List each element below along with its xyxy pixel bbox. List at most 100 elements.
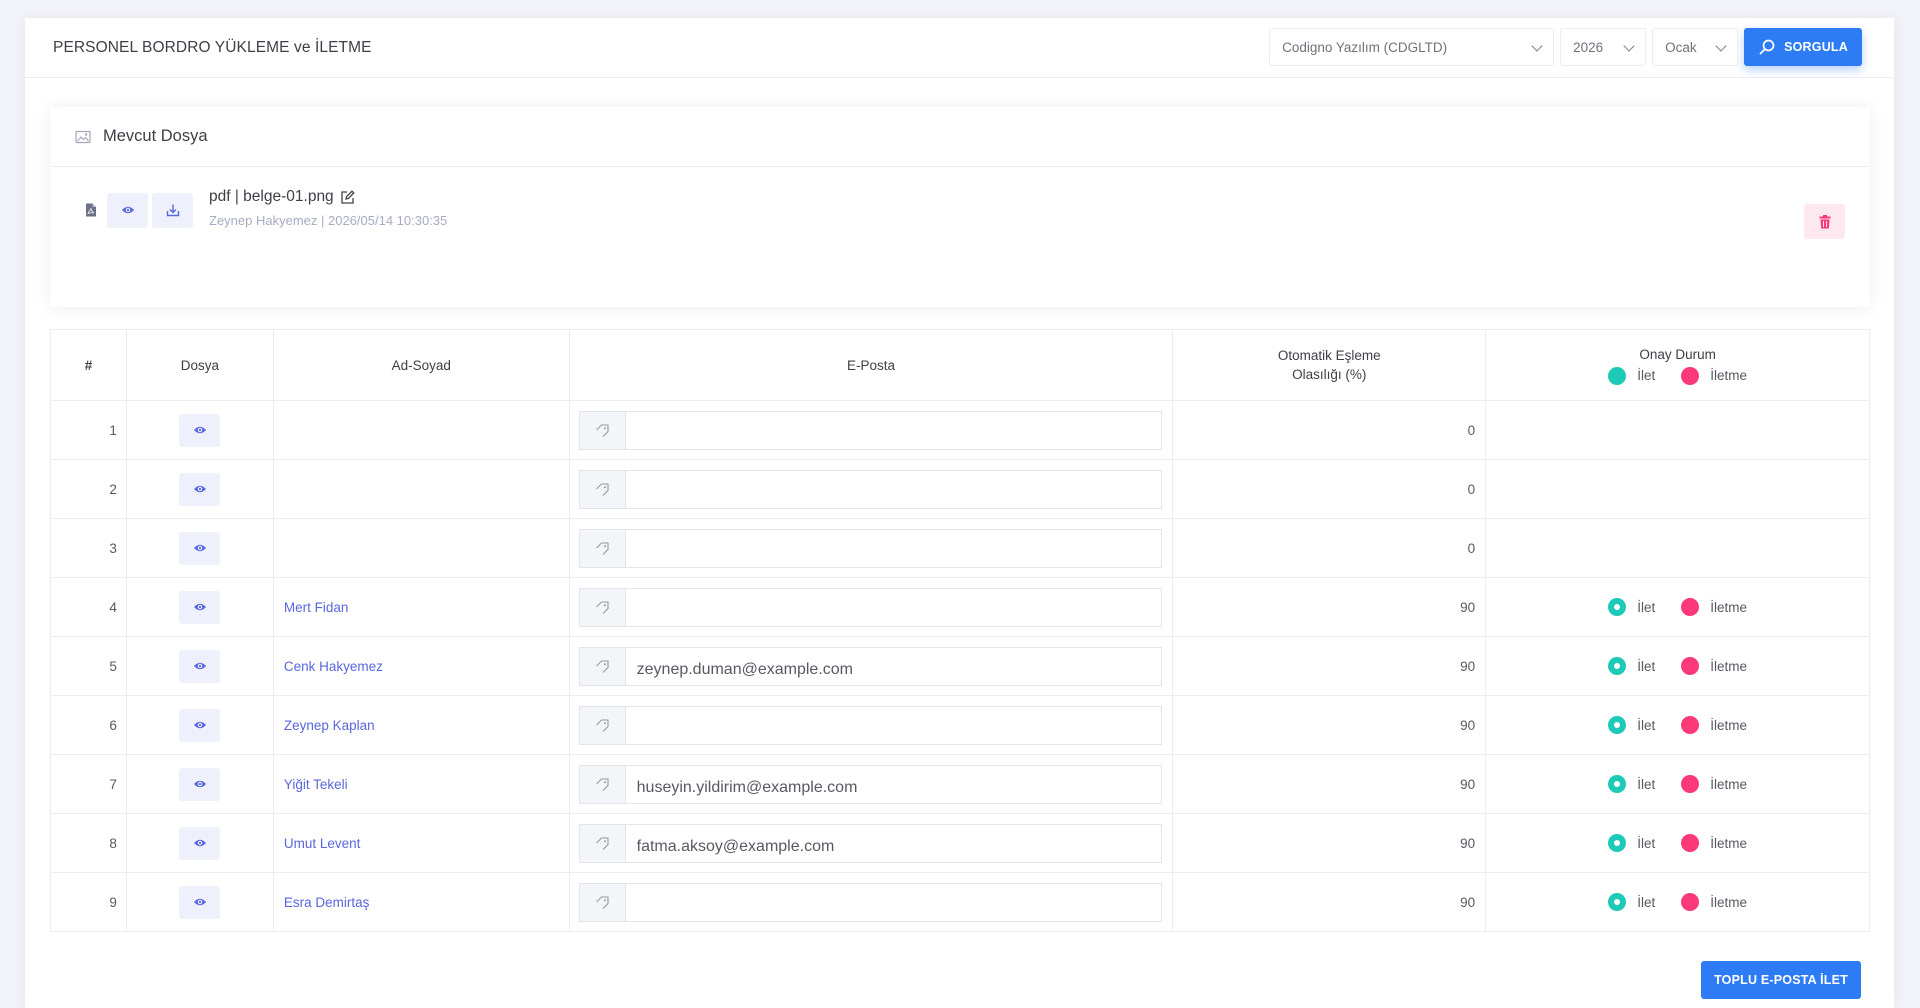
employee-name-link[interactable] [274, 423, 284, 438]
download-file-button[interactable] [152, 192, 193, 228]
month-select-value: Ocak [1665, 39, 1697, 55]
col-email: E-Posta [568, 329, 1174, 401]
table-row: 6 Zeynep Kaplan 90 İlet İletme [50, 695, 1870, 755]
send-radio[interactable] [1608, 893, 1627, 911]
row-name-cell: Yiğit Tekeli [272, 754, 570, 814]
file-info: pdf | belge-01.png Zeynep Hakyemez | 202… [209, 188, 447, 228]
nosend-radio[interactable] [1681, 775, 1700, 793]
row-index: 9 [50, 872, 127, 932]
email-input[interactable] [626, 530, 1162, 567]
eye-icon [193, 839, 206, 847]
send-radio[interactable] [1608, 834, 1627, 852]
table-row: 8 Umut Levent fatma.aksoy@example.com 90… [50, 813, 1870, 873]
tag-icon-addon [579, 529, 626, 567]
nosend-radio[interactable] [1681, 598, 1700, 616]
table-row: 2 0 [50, 459, 1870, 519]
row-name-cell: Zeynep Kaplan [272, 695, 570, 755]
employee-name-link[interactable]: Umut Levent [274, 836, 361, 851]
email-input-group: huseyin.yildirim@example.com [578, 764, 1163, 804]
row-status-cell: İlet İletme [1485, 577, 1870, 637]
employee-name-link[interactable] [274, 482, 284, 497]
nosend-radio[interactable] [1681, 716, 1700, 734]
row-status-cell: İlet İletme [1485, 813, 1870, 873]
row-status-radios: İlet İletme [1486, 598, 1869, 616]
send-radio[interactable] [1608, 716, 1627, 734]
email-input[interactable] [626, 707, 1162, 744]
email-input[interactable]: huseyin.yildirim@example.com [626, 766, 1162, 803]
row-status-cell: İlet İletme [1485, 754, 1870, 814]
view-row-file-button[interactable] [179, 826, 221, 860]
view-row-file-button[interactable] [179, 885, 221, 919]
email-input[interactable]: zeynep.duman@example.com [626, 648, 1162, 685]
tag-icon [595, 777, 609, 791]
year-select[interactable]: 2026 [1560, 28, 1647, 66]
nosend-radio-label: İletme [1710, 658, 1747, 674]
nosend-radio[interactable] [1681, 893, 1700, 911]
nosend-radio[interactable] [1681, 657, 1700, 675]
company-select[interactable]: Codigno Yazılım (CDGLTD) [1269, 28, 1555, 66]
trash-icon [1819, 214, 1830, 228]
view-row-file-button[interactable] [179, 472, 221, 506]
row-email-cell [568, 518, 1174, 578]
view-row-file-button[interactable] [179, 413, 221, 447]
month-select[interactable]: Ocak [1652, 28, 1739, 66]
chevron-down-icon [1623, 40, 1635, 52]
nosend-radio[interactable] [1681, 834, 1700, 852]
send-radio[interactable] [1608, 598, 1627, 616]
email-input[interactable]: fatma.aksoy@example.com [626, 825, 1162, 862]
send-radio[interactable] [1608, 775, 1627, 793]
view-row-file-button[interactable] [179, 649, 221, 683]
view-row-file-button[interactable] [179, 767, 221, 801]
col-name: Ad-Soyad [272, 329, 570, 401]
current-file-header: Mevcut Dosya [50, 107, 1870, 167]
file-name-line: pdf | belge-01.png [209, 188, 447, 206]
view-row-file-button[interactable] [179, 531, 221, 565]
employee-name-link[interactable]: Mert Fidan [274, 600, 349, 615]
row-file-cell [125, 459, 274, 519]
view-row-file-button[interactable] [179, 590, 221, 624]
table-row: 5 Cenk Hakyemez zeynep.duman@example.com… [50, 636, 1870, 696]
table-header-row: # Dosya Ad-Soyad E-Posta Otomatik Eşleme… [50, 329, 1870, 401]
delete-file-button[interactable] [1804, 204, 1845, 239]
tag-icon [595, 423, 609, 437]
current-file-panel: Mevcut Dosya pdf | belge-01.png Zeynep H… [50, 107, 1870, 307]
email-input[interactable] [626, 471, 1162, 508]
email-input[interactable] [626, 589, 1162, 626]
employee-name-link[interactable]: Zeynep Kaplan [274, 718, 375, 733]
send-radio-label: İlet [1637, 658, 1656, 674]
eye-icon [193, 603, 206, 611]
query-button[interactable]: SORGULA [1744, 28, 1862, 66]
row-match-score: 90 [1172, 813, 1487, 873]
row-status-radios: İlet İletme [1486, 893, 1869, 911]
row-email-cell [568, 459, 1174, 519]
tag-icon-addon [579, 883, 626, 921]
tag-icon [595, 836, 609, 850]
row-file-cell [125, 636, 274, 696]
nosend-legend-dot[interactable] [1681, 366, 1700, 385]
row-file-cell [125, 754, 274, 814]
row-file-cell [125, 400, 274, 460]
email-input[interactable] [626, 884, 1162, 921]
view-file-button[interactable] [107, 192, 148, 228]
send-legend-dot[interactable] [1608, 366, 1627, 385]
edit-icon[interactable] [340, 189, 355, 205]
image-icon [75, 130, 91, 143]
send-radio[interactable] [1608, 657, 1627, 675]
col-status-title: Onay Durum [1639, 347, 1716, 362]
employee-name-link[interactable]: Yiğit Tekeli [274, 777, 348, 792]
send-radio-label: İlet [1637, 599, 1656, 615]
email-input[interactable] [626, 412, 1162, 449]
status-legend: İlet İletme [1486, 366, 1869, 385]
bulk-send-button[interactable]: TOPLU E-POSTA İLET [1701, 961, 1861, 999]
current-file-title: Mevcut Dosya [103, 127, 208, 145]
row-name-cell: Cenk Hakyemez [272, 636, 570, 696]
employee-name-link[interactable]: Cenk Hakyemez [274, 659, 383, 674]
view-row-file-button[interactable] [179, 708, 221, 742]
email-input-group: fatma.aksoy@example.com [578, 823, 1163, 863]
email-input-group [578, 705, 1163, 745]
employee-name-link[interactable] [274, 541, 284, 556]
send-legend-label: İlet [1637, 368, 1656, 383]
employee-name-link[interactable]: Esra Demirtaş [274, 895, 370, 910]
page-title: PERSONEL BORDRO YÜKLEME ve İLETME [53, 38, 372, 56]
row-file-cell [125, 813, 274, 873]
